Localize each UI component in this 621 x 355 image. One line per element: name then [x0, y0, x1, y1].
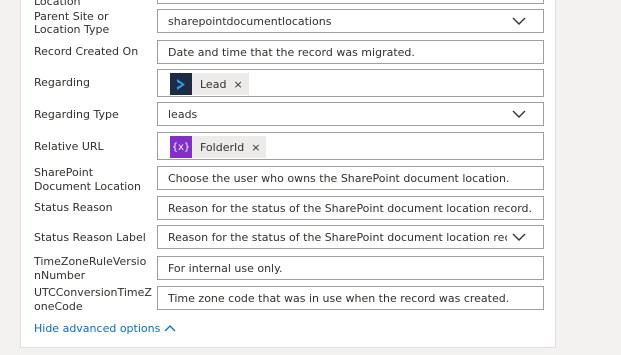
- relative-url-tag[interactable]: {x} FolderId ×: [170, 136, 267, 158]
- parent-site-value: sharepointdocumentlocations: [168, 15, 332, 28]
- dynamics-lead-icon: [170, 73, 192, 95]
- utc-conversion-label-line2: oneCode: [34, 300, 83, 313]
- regarding-label: Regarding: [34, 76, 90, 89]
- sp-doc-location-input[interactable]: Choose the user who owns the SharePoint …: [157, 166, 544, 190]
- hide-advanced-options-link[interactable]: Hide advanced options: [34, 322, 176, 335]
- utc-conversion-input[interactable]: Time zone code that was in use when the …: [157, 286, 544, 310]
- tz-rule-label-line1: TimeZoneRuleVersio: [34, 255, 147, 268]
- regarding-type-select[interactable]: leads: [157, 102, 544, 126]
- tz-rule-placeholder: For internal use only.: [168, 262, 283, 275]
- parent-site-label-line1: Parent Site or: [34, 10, 109, 23]
- regarding-tag[interactable]: Lead ×: [170, 73, 249, 95]
- chevron-down-icon[interactable]: [512, 108, 526, 120]
- location-label: Location: [34, 0, 81, 8]
- relative-url-input[interactable]: {x} FolderId ×: [157, 132, 544, 160]
- sp-doc-location-label-line2: Document Location: [34, 180, 142, 193]
- regarding-lookup[interactable]: Lead ×: [157, 69, 544, 97]
- status-reason-label-select[interactable]: Reason for the status of the SharePoint …: [157, 225, 544, 249]
- tz-rule-label-line2: nNumber: [34, 269, 86, 282]
- utc-conversion-label-line1: UTCConversionTimeZ: [34, 286, 152, 299]
- remove-regarding-button[interactable]: ×: [233, 78, 242, 91]
- status-reason-input[interactable]: Reason for the status of the SharePoint …: [157, 196, 544, 220]
- relative-url-tag-label: FolderId: [200, 140, 245, 154]
- variable-icon: {x}: [170, 136, 192, 158]
- regarding-tag-label: Lead: [200, 77, 227, 91]
- chevron-down-icon[interactable]: [512, 15, 526, 27]
- status-reason-label: Status Reason: [34, 201, 113, 214]
- remove-folderid-button[interactable]: ×: [251, 141, 260, 154]
- status-reason-label-label: Status Reason Label: [34, 231, 146, 244]
- regarding-type-value: leads: [168, 108, 198, 121]
- status-reason-label-placeholder: Reason for the status of the SharePoint …: [168, 231, 507, 244]
- chevron-up-icon: [164, 325, 176, 332]
- utc-conversion-placeholder: Time zone code that was in use when the …: [168, 292, 510, 305]
- regarding-type-label: Regarding Type: [34, 108, 119, 121]
- chevron-down-icon[interactable]: [512, 231, 526, 243]
- record-created-placeholder: Date and time that the record was migrat…: [168, 46, 415, 59]
- sp-doc-location-placeholder: Choose the user who owns the SharePoint …: [168, 172, 510, 185]
- record-created-input[interactable]: Date and time that the record was migrat…: [157, 40, 544, 64]
- hide-advanced-options-label: Hide advanced options: [34, 322, 161, 335]
- status-reason-placeholder: Reason for the status of the SharePoint …: [168, 202, 533, 215]
- tz-rule-input[interactable]: For internal use only.: [157, 256, 544, 280]
- relative-url-label: Relative URL: [34, 140, 104, 153]
- record-created-label: Record Created On: [34, 45, 139, 58]
- sp-doc-location-label-line1: SharePoint: [34, 166, 94, 179]
- parent-site-select[interactable]: sharepointdocumentlocations: [157, 9, 544, 33]
- location-field[interactable]: [157, 0, 544, 4]
- parent-site-label-line2: Location Type: [34, 23, 110, 36]
